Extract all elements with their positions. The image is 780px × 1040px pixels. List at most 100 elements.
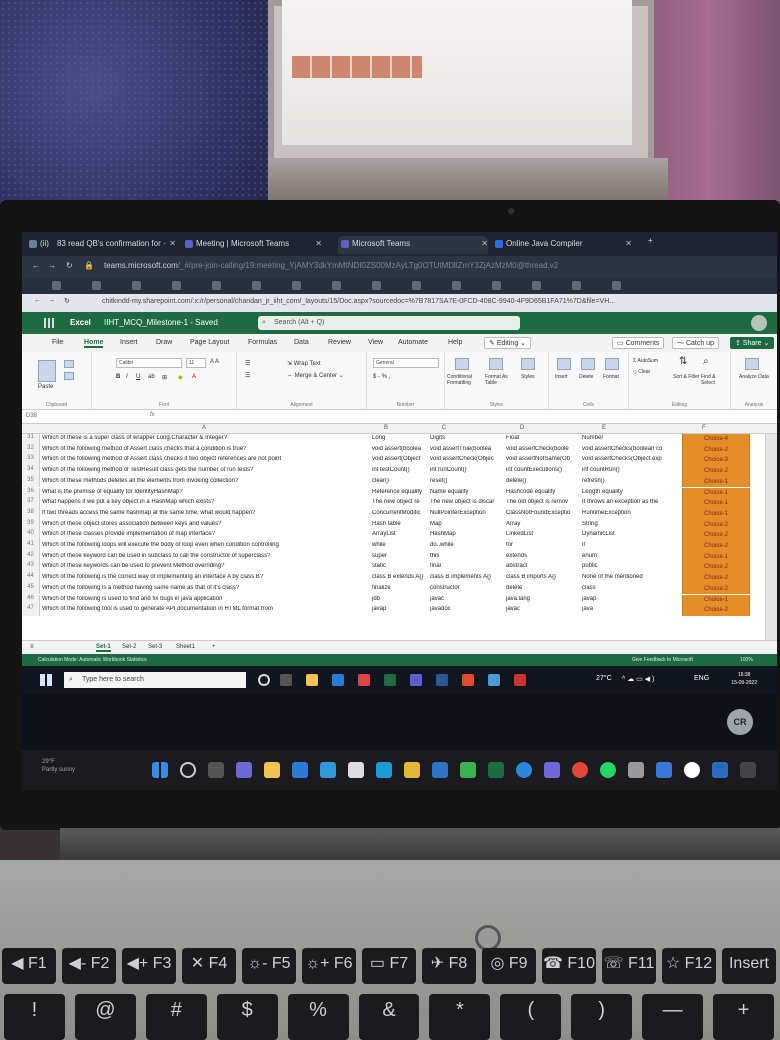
option-cell[interactable]: Array (506, 521, 580, 527)
file-explorer-icon[interactable] (306, 674, 318, 686)
option-cell[interactable]: int countRun() (582, 467, 678, 473)
option-cell[interactable]: The new object re (372, 499, 428, 505)
answer-cell[interactable]: Choice-2 (682, 605, 750, 616)
table-row[interactable]: 47 Which of the following tool is used to… (22, 605, 777, 616)
paste-icon[interactable] (38, 360, 56, 382)
analyze-data-icon[interactable] (745, 358, 759, 370)
option-cell[interactable]: class B extends A{} (372, 574, 428, 580)
forward-icon[interactable]: → (48, 297, 55, 304)
new-tab-icon[interactable]: + (648, 236, 653, 245)
file-explorer-icon[interactable] (264, 762, 280, 778)
reload-icon[interactable]: ↻ (64, 297, 70, 305)
find-icon[interactable]: ⌕ (703, 356, 709, 367)
option-cell[interactable]: delete() (506, 478, 580, 484)
catch-up-button[interactable]: ⁓ Catch up (672, 337, 719, 349)
windows-logo-icon[interactable] (152, 762, 168, 778)
app-icon[interactable] (514, 674, 526, 686)
question-cell[interactable]: Which of these object stores association… (42, 521, 370, 527)
question-cell[interactable]: Which of the following method of Assert … (42, 456, 370, 462)
document-title[interactable]: IIHT_MCQ_Milestone-1 - Saved (104, 318, 218, 327)
answer-cell[interactable]: Choice-1 (682, 508, 750, 520)
bookmark-icon[interactable] (52, 281, 61, 290)
option-cell[interactable]: jdb (372, 596, 428, 602)
option-cell[interactable]: Hash table (372, 521, 428, 527)
vertical-scrollbar[interactable] (765, 434, 777, 640)
option-cell[interactable]: String (582, 521, 678, 527)
question-cell[interactable]: Which of the following method of TestRes… (42, 467, 370, 473)
sort-filter-label[interactable]: Sort & Filter (673, 374, 701, 380)
table-row[interactable]: 31 Which of these is a super class of wra… (22, 434, 777, 445)
function-key[interactable]: ◀- F2 (62, 948, 116, 984)
answer-cell[interactable]: Choice-2 (682, 444, 750, 456)
font-color-icon[interactable]: A (192, 374, 196, 380)
row-number[interactable]: 33 (22, 455, 40, 467)
avatar[interactable] (751, 315, 767, 331)
answer-cell[interactable]: Choice-3 (682, 455, 750, 467)
option-cell[interactable]: do..while (430, 542, 504, 548)
question-cell[interactable]: What is the premise of equality for Iden… (42, 489, 370, 495)
option-cell[interactable]: finalize (372, 585, 428, 591)
whatsapp-icon[interactable] (600, 762, 616, 778)
table-row[interactable]: 34 Which of the following method of TestR… (22, 466, 777, 477)
app-launcher-icon[interactable] (44, 318, 54, 328)
weather-widget[interactable]: 29°F Partly sunny (42, 758, 75, 774)
option-cell[interactable]: void assertCheck(boole (506, 446, 580, 452)
tray-icons[interactable]: ^ ☁ ▭ ◀ ) (622, 675, 654, 683)
chrome-icon[interactable] (404, 762, 420, 778)
option-cell[interactable]: void assert(boolea (372, 446, 428, 452)
option-cell[interactable]: LinkedList (506, 531, 580, 537)
table-row[interactable]: 44 Which of the following is the correct … (22, 573, 777, 584)
cut-icon[interactable] (64, 360, 74, 368)
row-number[interactable]: 46 (22, 594, 40, 606)
cell-styles-label[interactable]: Styles (521, 374, 535, 380)
insert-cells-icon[interactable] (557, 358, 571, 370)
option-cell[interactable]: enum (582, 553, 678, 559)
teams-icon[interactable] (544, 762, 560, 778)
option-cell[interactable]: javap (372, 606, 428, 612)
function-key[interactable]: ✕ F4 (182, 948, 236, 984)
option-cell[interactable]: RuntimeException (582, 510, 678, 516)
tab-review[interactable]: Review (328, 339, 351, 346)
underline-icon[interactable]: U (136, 374, 140, 380)
option-cell[interactable]: java (582, 606, 678, 612)
zoom-level[interactable]: 100% (740, 657, 753, 663)
option-cell[interactable]: void assertChecks(Object exp (582, 456, 678, 462)
app-icon[interactable] (684, 762, 700, 778)
option-cell[interactable]: Digits (430, 435, 504, 441)
answer-cell[interactable]: Choice-4 (682, 434, 750, 445)
row-number[interactable]: 47 (22, 605, 40, 616)
function-key[interactable]: ✈ F8 (422, 948, 476, 984)
option-cell[interactable]: Map (430, 521, 504, 527)
windows-logo-icon[interactable] (40, 674, 52, 686)
option-cell[interactable]: javac (430, 596, 504, 602)
option-cell[interactable]: None of the mentioned (582, 574, 678, 580)
clear-button[interactable]: ◇ Clear (633, 369, 650, 375)
option-cell[interactable]: Name equality (430, 489, 504, 495)
table-row[interactable]: 42 Which of these keyword can be used in … (22, 551, 777, 563)
task-view-icon[interactable] (280, 674, 292, 686)
keyboard-key[interactable]: @ (74, 994, 136, 1040)
reload-icon[interactable]: ↻ (66, 261, 73, 270)
tab-file[interactable]: File (52, 339, 63, 346)
bookmark-icon[interactable] (412, 281, 421, 290)
bookmark-icon[interactable] (612, 281, 621, 290)
row-number[interactable]: 35 (22, 476, 40, 488)
answer-cell[interactable]: Choice-2 (682, 562, 750, 574)
column-header[interactable]: D (520, 425, 524, 431)
browser-tab-3[interactable]: Microsoft Teams ✕ (338, 236, 488, 254)
app-icon[interactable] (460, 762, 476, 778)
format-cells-icon[interactable] (605, 358, 619, 370)
editing-mode-button[interactable]: ✎ Editing ⌄ (484, 337, 532, 349)
option-cell[interactable]: void assertTrue(boolea (430, 446, 504, 452)
bookmark-icon[interactable] (172, 281, 181, 290)
font-grow-icon[interactable]: A A (210, 359, 219, 365)
browser-tab-2[interactable]: Meeting | Microsoft Teams ✕ (182, 236, 322, 254)
table-row[interactable]: 33 Which of the following method of Asser… (22, 455, 777, 467)
bookmark-icon[interactable] (92, 281, 101, 290)
participant-avatar[interactable]: CR (727, 709, 753, 735)
share-button[interactable]: ⇪ Share ⌄ (730, 337, 775, 349)
sheet-tab-sheet1[interactable]: Sheet1 (176, 644, 195, 650)
cell-styles-icon[interactable] (521, 358, 535, 370)
option-cell[interactable]: Length equality (582, 489, 678, 495)
question-cell[interactable]: Which of the following is the correct wa… (42, 574, 370, 580)
